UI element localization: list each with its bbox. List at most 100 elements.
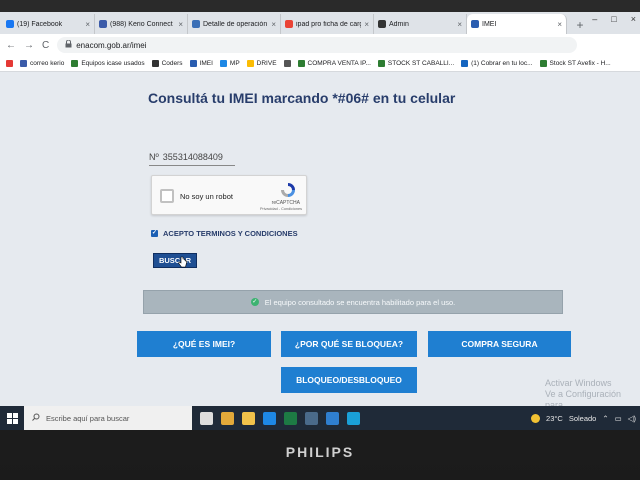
photos-icon[interactable]: [326, 411, 339, 425]
recaptcha-icon: [280, 182, 296, 198]
search-button[interactable]: BUSCAR: [153, 253, 197, 268]
browser-tab[interactable]: ipad pro ficha de carg ×: [281, 14, 374, 34]
maximize-button[interactable]: □: [611, 14, 616, 24]
monitor-brand-logo: PHILIPS: [285, 444, 355, 460]
page-content: Consultá tu IMEI marcando *#06# en tu ce…: [0, 72, 640, 410]
weather-temp: 23°C: [546, 413, 563, 423]
bookmark-icon: [219, 60, 227, 67]
system-tray: 23°C Soleado ⌃ ▭ ◁): [531, 406, 636, 430]
back-button[interactable]: ←: [6, 40, 16, 51]
chrome-icon[interactable]: [221, 411, 234, 425]
teamviewer-icon[interactable]: [263, 411, 276, 425]
bookmark-label: Equipos icase usados: [81, 60, 145, 67]
accept-terms-label: ACEPTO TERMINOS Y CONDICIONES: [163, 229, 298, 238]
close-tab-icon[interactable]: ×: [271, 20, 276, 29]
bookmark-item[interactable]: (1) Cobrar en tu loc...: [461, 60, 533, 67]
bookmark-item[interactable]: [283, 60, 291, 67]
calculator-icon[interactable]: [305, 411, 318, 425]
close-tab-icon[interactable]: ×: [457, 20, 462, 29]
block-unblock-button[interactable]: BLOQUEO/DESBLOQUEO: [281, 367, 417, 393]
edge-icon[interactable]: [347, 411, 360, 425]
bookmark-label: DRIVE: [256, 60, 277, 67]
bookmark-icon: [283, 60, 291, 67]
bookmark-icon: [189, 60, 197, 67]
url-text: enacom.gob.ar/imei: [76, 40, 147, 50]
imei-value: 355314088409: [162, 152, 223, 162]
why-blocked-button[interactable]: ¿POR QUÉ SE BLOQUEA?: [281, 331, 417, 357]
window-controls: – □ ×: [592, 14, 636, 24]
bookmark-label: (1) Cobrar en tu loc...: [471, 60, 533, 67]
tab-label: Detalle de operación: [203, 20, 268, 28]
bookmark-item[interactable]: correo kerio: [20, 60, 64, 67]
address-bar: ← → C enacom.gob.ar/imei: [0, 34, 640, 56]
url-input[interactable]: enacom.gob.ar/imei: [57, 37, 578, 53]
bookmark-item[interactable]: IMEI: [189, 60, 213, 67]
bookmark-icon: [71, 60, 79, 67]
close-window-button[interactable]: ×: [631, 14, 636, 24]
reload-button[interactable]: C: [42, 40, 49, 51]
recaptcha-label: No soy un robot: [180, 192, 233, 201]
taskbar: Escribe aquí para buscar 23°C Soleado ⌃ …: [0, 406, 640, 430]
close-tab-icon[interactable]: ×: [85, 20, 90, 29]
bookmark-item[interactable]: Equipos icase usados: [71, 60, 145, 67]
recaptcha-privacy-link[interactable]: Privacidad - Condiciones: [260, 207, 302, 211]
browser-tab[interactable]: Detalle de operación ×: [188, 14, 281, 34]
new-tab-button[interactable]: +: [571, 16, 589, 34]
tab-favicon-icon: [285, 20, 293, 28]
close-tab-icon[interactable]: ×: [178, 20, 183, 29]
imei-prefix: Nº: [149, 152, 159, 162]
browser-tab[interactable]: (19) Facebook ×: [2, 14, 95, 34]
bookmark-label: Coders: [161, 60, 183, 67]
bookmark-icon: [6, 60, 13, 67]
close-tab-icon[interactable]: ×: [557, 20, 562, 29]
photo-of-monitor: (19) Facebook × (988) Kerio Connect C × Deta…: [0, 0, 640, 480]
bookmark-item[interactable]: [6, 60, 13, 67]
task-view-icon[interactable]: [200, 411, 213, 425]
browser-tab[interactable]: Admin ×: [374, 14, 467, 34]
bookmark-item[interactable]: STOCK ST CABALLI...: [377, 60, 454, 67]
tab-favicon-icon: [99, 20, 107, 28]
excel-icon[interactable]: [284, 411, 297, 425]
tab-label: (988) Kerio Connect C: [110, 20, 176, 28]
minimize-button[interactable]: –: [592, 14, 597, 24]
checkbox-checked-icon[interactable]: ✓: [151, 230, 158, 237]
watermark-line-1: Activar Windows: [545, 378, 612, 388]
taskbar-search-placeholder: Escribe aquí para buscar: [46, 413, 130, 423]
taskbar-search[interactable]: Escribe aquí para buscar: [24, 406, 192, 430]
windows-start-button[interactable]: [0, 406, 24, 430]
chevron-up-icon[interactable]: ⌃: [602, 414, 608, 423]
what-is-imei-button[interactable]: ¿QUÉ ES IMEI?: [137, 331, 271, 357]
search-icon: [32, 413, 40, 423]
tab-label: Admin: [389, 20, 409, 28]
recaptcha-checkbox[interactable]: [160, 189, 174, 203]
imei-input[interactable]: Nº 355314088409: [149, 152, 235, 166]
close-tab-icon[interactable]: ×: [364, 20, 369, 29]
result-message: El equipo consultado se encuentra habili…: [264, 297, 456, 307]
bookmark-item[interactable]: Coders: [151, 60, 183, 67]
bookmark-icon: [20, 60, 27, 67]
bookmark-icon: [377, 60, 385, 67]
bookmark-icon: [461, 60, 469, 67]
bookmark-icon: [151, 60, 159, 67]
file-explorer-icon[interactable]: [242, 411, 255, 425]
bookmark-label: correo kerio: [30, 60, 65, 67]
safe-purchase-button[interactable]: COMPRA SEGURA: [428, 331, 571, 357]
browser-tab[interactable]: IMEI ×: [467, 14, 567, 34]
bookmark-label: Stock ST Avefix - H...: [549, 60, 611, 67]
tab-label: ipad pro ficha de carg: [296, 20, 362, 28]
tab-favicon-icon: [6, 20, 14, 28]
recaptcha-widget: No soy un robot reCAPTCHA Privacidad - C…: [151, 175, 307, 215]
check-circle-icon: ✓: [250, 298, 259, 306]
bookmark-item[interactable]: Stock ST Avefix - H...: [539, 60, 611, 67]
bookmark-item[interactable]: COMPRA VENTA IP...: [297, 60, 371, 67]
volume-icon[interactable]: ◁): [628, 414, 636, 423]
bookmark-item[interactable]: DRIVE: [246, 60, 277, 67]
network-icon[interactable]: ▭: [615, 414, 622, 423]
forward-button[interactable]: →: [24, 40, 34, 51]
bookmark-icon: [539, 60, 547, 67]
hand-cursor-icon: [178, 255, 187, 268]
bookmark-item[interactable]: MP: [219, 60, 240, 67]
browser-tab[interactable]: (988) Kerio Connect C ×: [95, 14, 188, 34]
accept-terms[interactable]: ✓ ACEPTO TERMINOS Y CONDICIONES: [151, 229, 298, 238]
lock-icon: [65, 39, 72, 50]
